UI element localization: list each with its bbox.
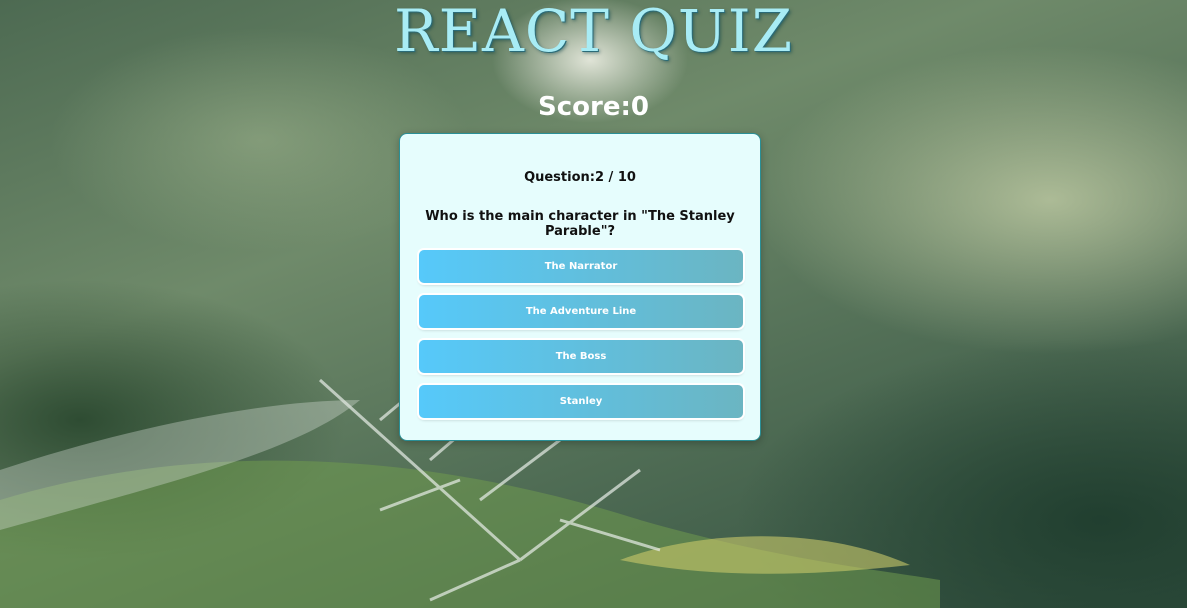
answer-list: The Narrator The Adventure Line The Boss… xyxy=(419,250,743,430)
question-text: Who is the main character in "The Stanle… xyxy=(425,209,735,239)
score-display: Score:0 xyxy=(538,92,649,122)
answer-button-the-narrator[interactable]: The Narrator xyxy=(419,250,743,283)
answer-button-the-adventure-line[interactable]: The Adventure Line xyxy=(419,295,743,328)
answer-button-stanley[interactable]: Stanley xyxy=(419,385,743,418)
question-counter: Question:2 / 10 xyxy=(524,170,636,185)
answer-button-the-boss[interactable]: The Boss xyxy=(419,340,743,373)
question-card: Question:2 / 10 Who is the main characte… xyxy=(399,133,761,441)
page-title: REACT QUIZ xyxy=(393,0,794,65)
